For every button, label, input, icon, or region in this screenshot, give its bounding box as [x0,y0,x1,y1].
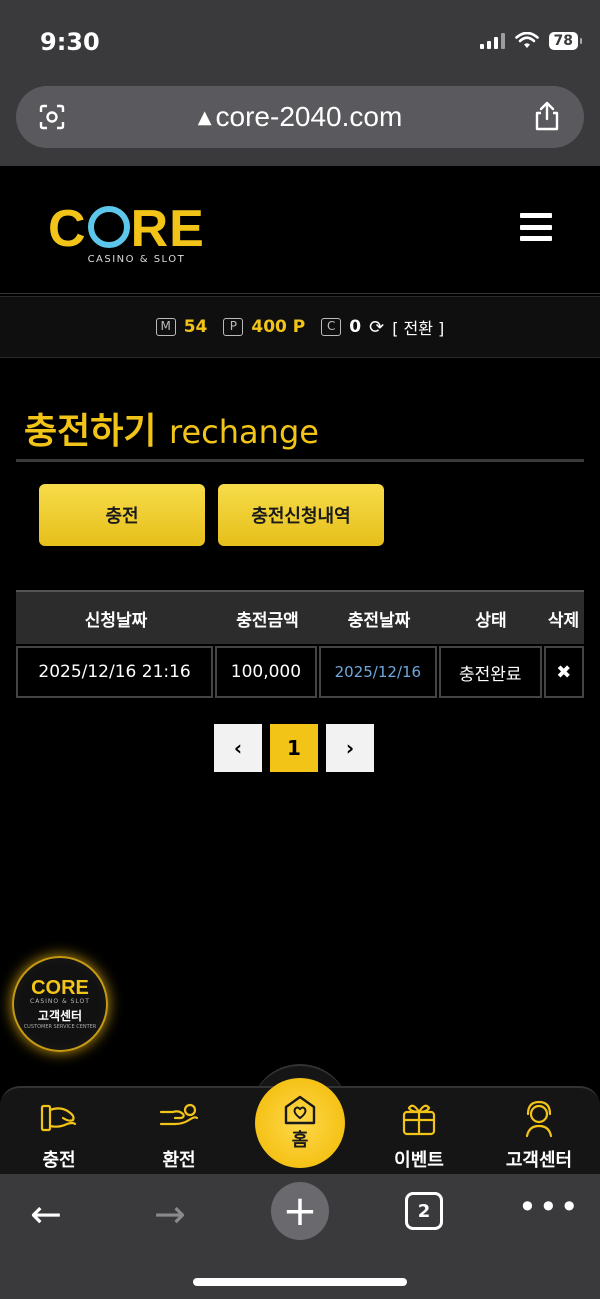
nav-support-label: 고객센터 [505,1150,573,1171]
exchange-hand-icon [159,1103,199,1126]
browser-bottom-bar: ← → + 2 ••• [0,1174,600,1299]
charge-hand-icon [40,1104,77,1132]
delete-icon[interactable]: ✖ [543,646,585,698]
lens-search-icon[interactable] [38,103,66,131]
nav-event-label: 이벤트 [394,1150,444,1171]
site-header: C RE CASINO & SLOT [0,166,600,294]
refresh-icon[interactable]: ⟳ [369,317,384,338]
headset-icon [525,1100,553,1138]
signal-icon [479,33,505,49]
next-page-button[interactable]: › [326,724,374,772]
site-logo[interactable]: C RE CASINO & SLOT [48,200,205,265]
cell-status: 충전완료 [439,646,542,698]
status-icons: 78 [479,32,583,50]
header-amount: 충전금액 [236,610,299,631]
table-header: 신청날짜 충전금액 충전날짜 상태 삭제 [16,590,584,644]
nav-event[interactable]: 이벤트 [374,1098,464,1172]
charge-button[interactable]: 충전 [39,484,205,546]
point-value: 400 P [251,317,306,337]
menu-icon[interactable] [520,213,552,241]
share-icon[interactable] [532,100,562,132]
nav-exchange[interactable]: 환전 [134,1098,224,1172]
point-badge-icon: P [223,318,244,336]
header-request-date: 신청날짜 [84,610,148,631]
tabs-count-button[interactable]: 2 [405,1192,443,1230]
support-badge-foot: CUSTOMER SERVICE CENTER [23,1024,97,1030]
nav-home-button[interactable]: 홈 [255,1078,345,1168]
wallet-bar: M 54 P 400 P C 0 ⟳ [ 전환 ] [0,296,600,358]
table-row: 2025/12/16 21:16 100,000 2025/12/16 충전완료… [16,646,585,698]
gift-icon [402,1104,436,1136]
casino-badge-icon: C [321,318,342,336]
casino-value: 0 [349,317,362,337]
new-tab-plus-icon[interactable]: + [271,1182,329,1240]
support-floating-button[interactable]: CORE CASINO & SLOT 고객센터 CUSTOMER SERVICE… [12,956,108,1052]
cell-request-date: 2025/12/16 21:16 [16,646,214,698]
more-options-icon[interactable]: ••• [518,1188,581,1226]
charge-history-table: 신청날짜 충전금액 충전날짜 상태 삭제 2025/12/16 21:16 10… [16,590,585,698]
page-title-ko: 충전하기 [24,411,157,452]
convert-button[interactable]: [ 전환 ] [392,315,444,339]
prev-page-button[interactable]: ‹ [214,724,262,772]
pagination: ‹ 1 › [214,724,374,772]
title-divider [16,459,584,462]
charge-history-button[interactable]: 충전신청내역 [218,484,384,546]
support-badge-logo: CORE [31,977,89,999]
home-indicator [193,1278,407,1286]
url-text[interactable]: core-2040.com [216,101,403,133]
browser-toolbar: ▲ core-2040.com [0,86,600,166]
url-bar[interactable]: ▲ core-2040.com [16,86,584,148]
page-button-current[interactable]: 1 [270,724,318,772]
nav-charge[interactable]: 충전 [14,1098,104,1172]
money-badge-icon: M [155,318,176,336]
page-title: 충전하기 rechange [24,402,319,454]
header-status: 상태 [475,610,507,631]
support-badge-label: 고객센터 [37,1009,83,1023]
cell-amount: 100,000 [215,646,317,698]
battery-indicator: 78 [548,32,583,50]
forward-arrow-icon[interactable]: → [154,1192,186,1236]
nav-support[interactable]: 고객센터 [494,1098,584,1172]
warning-icon: ▲ [197,106,212,128]
money-value: 54 [183,317,208,337]
page-title-en: rechange [169,413,319,451]
nav-charge-label: 충전 [42,1150,76,1171]
home-heart-icon [284,1095,316,1125]
cell-charge-date: 2025/12/16 [318,646,438,698]
header-delete: 삭제 [547,610,580,631]
nav-home-label: 홈 [291,1130,309,1151]
back-arrow-icon[interactable]: ← [30,1192,62,1236]
support-badge-sub: CASINO & SLOT [30,998,90,1005]
header-charge-date: 충전날짜 [347,610,411,631]
nav-exchange-label: 환전 [162,1150,196,1171]
wifi-icon [514,32,539,48]
status-bar: 9:30 78 [0,0,600,86]
status-time: 9:30 [40,28,100,56]
logo-wordmark: C RE [48,200,205,258]
